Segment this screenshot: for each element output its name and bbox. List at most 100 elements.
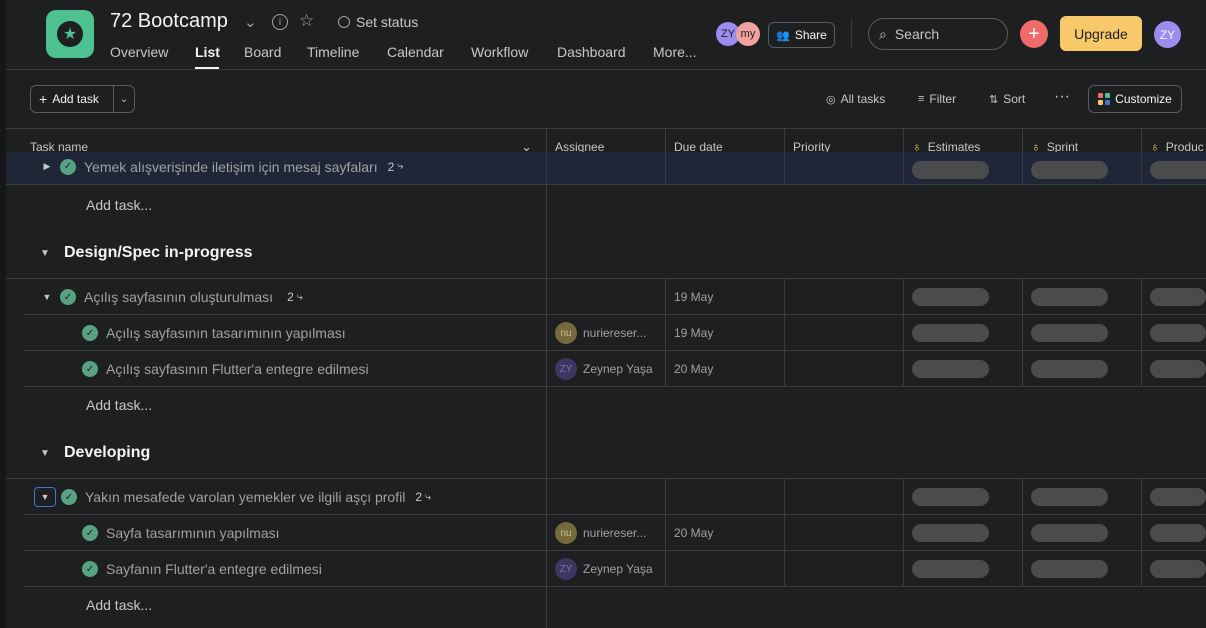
tab-more[interactable]: More...	[653, 44, 697, 60]
estimates-field[interactable]	[912, 560, 989, 578]
add-task-button[interactable]: + Add task ⌄	[30, 85, 135, 113]
add-task-row[interactable]: Add task...	[86, 597, 152, 613]
sprint-field[interactable]	[1031, 488, 1108, 506]
estimates-field[interactable]	[912, 488, 989, 506]
table-row[interactable]: ✓ Açılış sayfasının Flutter'a entegre ed…	[24, 351, 1206, 387]
tab-workflow[interactable]: Workflow	[471, 44, 528, 60]
star-icon: ★	[57, 21, 83, 47]
add-task-main[interactable]: + Add task	[31, 86, 114, 112]
product-field[interactable]	[1150, 560, 1206, 578]
task-name-cell: ✓ Açılış sayfasının Flutter'a entegre ed…	[82, 351, 369, 387]
task-name[interactable]: Sayfa tasarımının yapılması	[106, 525, 280, 541]
column-divider	[1141, 315, 1142, 351]
table-row[interactable]: ▼ ✓ Açılış sayfasının oluşturulması 2 ⤷ …	[24, 279, 1206, 315]
caret-down-icon[interactable]: ▼	[38, 248, 52, 259]
product-field[interactable]	[1150, 288, 1206, 306]
complete-check-icon[interactable]: ✓	[82, 361, 98, 377]
assignee-cell[interactable]: nu nuriereser...	[555, 515, 646, 551]
user-avatar[interactable]: ZY	[1154, 21, 1181, 48]
table-row[interactable]: ✓ Sayfa tasarımının yapılması nu nuriere…	[24, 515, 1206, 551]
task-name[interactable]: Açılış sayfasının oluşturulması	[84, 289, 273, 305]
task-name[interactable]: Açılış sayfasının Flutter'a entegre edil…	[106, 361, 369, 377]
caret-down-icon[interactable]: ▼	[34, 487, 56, 507]
task-name[interactable]: Yemek alışverişinde iletişim için mesaj …	[84, 159, 378, 175]
product-field[interactable]	[1150, 488, 1206, 506]
table-row[interactable]: ✓ Açılış sayfasının tasarımının yapılmas…	[24, 315, 1206, 351]
filter-button[interactable]: ≡ Filter	[918, 92, 956, 106]
sort-button[interactable]: ⇅ Sort	[989, 92, 1025, 106]
caret-down-icon[interactable]: ▼	[38, 448, 52, 459]
complete-check-icon[interactable]: ✓	[82, 561, 98, 577]
task-name[interactable]: Yakın mesafede varolan yemekler ve ilgil…	[85, 489, 405, 505]
section-title[interactable]: Design/Spec in-progress	[64, 244, 253, 262]
complete-check-icon[interactable]: ✓	[82, 325, 98, 341]
column-divider	[784, 152, 785, 185]
caret-right-icon[interactable]: ▶	[40, 161, 54, 172]
add-task-row[interactable]: Add task...	[86, 197, 152, 213]
sprint-field[interactable]	[1031, 560, 1108, 578]
complete-check-icon[interactable]: ✓	[60, 158, 76, 175]
sprint-field[interactable]	[1031, 324, 1108, 342]
sprint-field[interactable]	[1031, 360, 1108, 378]
tab-dashboard[interactable]: Dashboard	[557, 44, 626, 60]
task-name[interactable]: Sayfanın Flutter'a entegre edilmesi	[106, 561, 322, 577]
column-divider	[784, 515, 785, 551]
table-row[interactable]: ▶ ✓ Yemek alışverişinde iletişim için me…	[6, 152, 1206, 185]
left-edge-strip	[0, 0, 6, 628]
add-task-row[interactable]: Add task...	[86, 397, 152, 413]
product-field[interactable]	[1150, 324, 1206, 342]
star-outline-icon[interactable]: ☆	[299, 11, 314, 31]
complete-check-icon[interactable]: ✓	[61, 489, 77, 505]
info-icon[interactable]: i	[272, 14, 288, 30]
tab-list[interactable]: List	[195, 44, 220, 60]
complete-check-icon[interactable]: ✓	[60, 289, 76, 305]
assignee-cell[interactable]: ZY Zeynep Yaşa	[555, 351, 653, 387]
estimates-field[interactable]	[912, 161, 989, 179]
due-date-cell[interactable]: 19 May	[674, 279, 713, 315]
subtask-count[interactable]: 2	[388, 160, 395, 174]
more-options-icon[interactable]: ···	[1054, 88, 1070, 106]
subtask-count[interactable]: 2	[415, 490, 422, 504]
search-input[interactable]: ⌕ Search	[868, 18, 1008, 50]
estimates-field[interactable]	[912, 524, 989, 542]
product-field[interactable]	[1150, 360, 1206, 378]
upgrade-button[interactable]: Upgrade	[1060, 16, 1142, 51]
estimates-field[interactable]	[912, 324, 989, 342]
section-header[interactable]: ▼ Design/Spec in-progress	[38, 244, 253, 262]
share-button[interactable]: 👥 Share	[768, 22, 835, 48]
tab-calendar[interactable]: Calendar	[387, 44, 444, 60]
product-field[interactable]	[1150, 524, 1206, 542]
customize-button[interactable]: Customize	[1088, 85, 1182, 113]
estimates-field[interactable]	[912, 288, 989, 306]
section-title[interactable]: Developing	[64, 444, 150, 462]
set-status-button[interactable]: Set status	[338, 14, 418, 30]
sprint-field[interactable]	[1031, 288, 1108, 306]
table-row[interactable]: ✓ Sayfanın Flutter'a entegre edilmesi ZY…	[24, 551, 1206, 587]
chevron-down-icon[interactable]: ⌄	[114, 86, 134, 112]
sprint-field[interactable]	[1031, 161, 1108, 179]
caret-down-icon[interactable]: ▼	[40, 292, 54, 302]
customize-label: Customize	[1115, 92, 1172, 106]
table-row[interactable]: ▼ ✓ Yakın mesafede varolan yemekler ve i…	[24, 479, 1206, 515]
all-tasks-filter[interactable]: ◎ All tasks	[826, 92, 885, 106]
project-title[interactable]: 72 Bootcamp	[110, 10, 228, 33]
product-field[interactable]	[1150, 161, 1206, 179]
section-header[interactable]: ▼ Developing	[38, 444, 150, 462]
estimates-field[interactable]	[912, 360, 989, 378]
assignee-cell[interactable]: nu nuriereser...	[555, 315, 646, 351]
tab-overview[interactable]: Overview	[110, 44, 168, 60]
chevron-down-icon[interactable]: ⌄	[244, 13, 257, 31]
member-avatar-my[interactable]: my	[736, 22, 760, 46]
tab-board[interactable]: Board	[244, 44, 281, 60]
due-date-cell[interactable]: 20 May	[674, 351, 713, 387]
tab-timeline[interactable]: Timeline	[307, 44, 359, 60]
subtask-count[interactable]: 2	[287, 290, 294, 304]
task-name[interactable]: Açılış sayfasının tasarımının yapılması	[106, 325, 346, 341]
project-icon[interactable]: ★	[46, 10, 94, 58]
complete-check-icon[interactable]: ✓	[82, 525, 98, 541]
due-date-cell[interactable]: 20 May	[674, 515, 713, 551]
create-button[interactable]: +	[1020, 20, 1048, 48]
assignee-cell[interactable]: ZY Zeynep Yaşa	[555, 551, 653, 587]
due-date-cell[interactable]: 19 May	[674, 315, 713, 351]
sprint-field[interactable]	[1031, 524, 1108, 542]
